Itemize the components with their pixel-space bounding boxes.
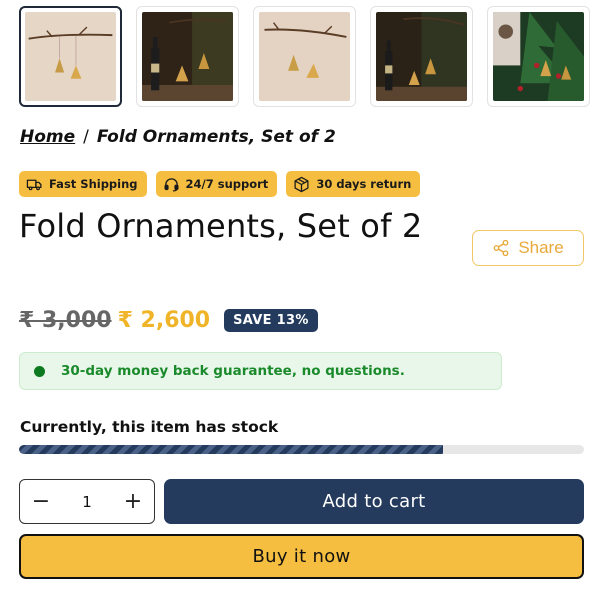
headset-icon xyxy=(164,177,179,192)
quantity-input[interactable] xyxy=(67,492,107,511)
badge-fast-shipping: Fast Shipping xyxy=(19,171,147,197)
badge-label: 30 days return xyxy=(316,177,412,191)
thumbnail-image xyxy=(493,12,584,101)
guarantee-banner: 30-day money back guarantee, no question… xyxy=(19,352,502,390)
box-icon xyxy=(294,176,309,192)
breadcrumb-separator: / xyxy=(83,127,89,147)
badge-returns: 30 days return xyxy=(286,171,421,197)
thumbnail-image xyxy=(259,12,350,101)
share-icon xyxy=(493,239,509,257)
product-title: Fold Ornaments, Set of 2 xyxy=(19,207,423,245)
badge-label: 24/7 support xyxy=(185,177,269,191)
breadcrumb-current: Fold Ornaments, Set of 2 xyxy=(96,127,336,147)
breadcrumb: Home / Fold Ornaments, Set of 2 xyxy=(20,127,336,147)
thumbnail-image xyxy=(376,12,467,101)
status-dot-icon xyxy=(34,365,45,377)
thumbnail-4[interactable] xyxy=(370,6,473,107)
quantity-increase-button[interactable]: + xyxy=(122,489,144,514)
thumbnail-image xyxy=(25,12,116,101)
save-badge: SAVE 13% xyxy=(224,309,318,332)
buy-now-button[interactable]: Buy it now xyxy=(19,534,584,579)
sale-price: ₹ 2,600 xyxy=(117,308,211,333)
add-to-cart-button[interactable]: Add to cart xyxy=(164,479,584,524)
thumbnail-1[interactable] xyxy=(19,6,122,107)
thumbnail-image xyxy=(142,12,233,101)
share-button[interactable]: Share xyxy=(472,230,584,266)
truck-icon xyxy=(26,179,42,190)
guarantee-text: 30-day money back guarantee, no question… xyxy=(61,363,405,379)
feature-badges: Fast Shipping 24/7 support 30 days retur… xyxy=(19,171,421,197)
badge-label: Fast Shipping xyxy=(49,177,138,191)
badge-support: 24/7 support xyxy=(155,171,278,197)
stock-progress-fill xyxy=(19,445,443,454)
breadcrumb-home-link[interactable]: Home xyxy=(20,127,75,147)
share-label: Share xyxy=(518,238,564,257)
quantity-decrease-button[interactable]: − xyxy=(30,489,52,514)
stock-progress-bar xyxy=(19,445,584,454)
quantity-stepper: − + xyxy=(19,479,155,524)
thumbnail-gallery xyxy=(19,6,590,107)
compare-at-price: ₹ 3,000 xyxy=(19,308,112,333)
price-row: ₹ 3,000 ₹ 2,600 SAVE 13% xyxy=(19,308,318,333)
thumbnail-5[interactable] xyxy=(487,6,590,107)
thumbnail-2[interactable] xyxy=(136,6,239,107)
thumbnail-3[interactable] xyxy=(253,6,356,107)
stock-label: Currently, this item has stock xyxy=(20,418,279,436)
